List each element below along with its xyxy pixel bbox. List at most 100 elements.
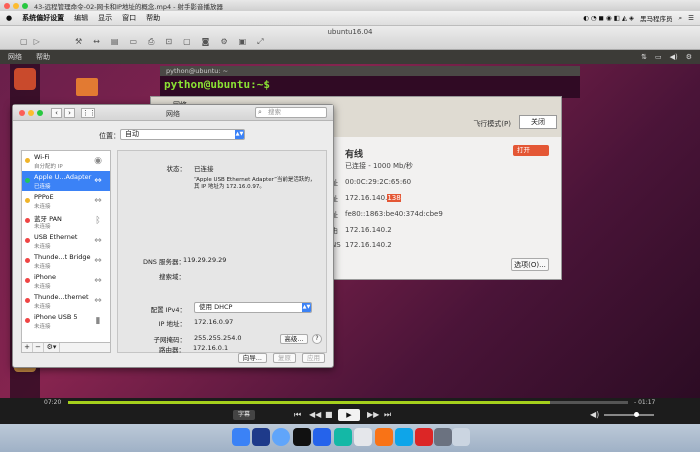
- stop-icon[interactable]: ■: [325, 410, 333, 419]
- network-icon[interactable]: ⇅: [641, 53, 647, 61]
- service-item[interactable]: iPhone USB 5 未连接 ▮: [22, 311, 110, 331]
- terminal-prompt[interactable]: python@ubuntu:~$: [160, 76, 580, 93]
- disk-icon[interactable]: ▤: [111, 37, 119, 47]
- router-label: 路由器：: [159, 346, 185, 354]
- service-item[interactable]: Wi-Fi 自分配的 IP ◉: [22, 151, 110, 171]
- search-input[interactable]: ⌕ 搜索: [255, 107, 327, 118]
- location-label: 位置：: [99, 132, 120, 140]
- system-preferences-icon[interactable]: [434, 428, 452, 446]
- printer-icon[interactable]: ⎙: [148, 37, 154, 47]
- chevron-down-icon: ▲▼: [235, 130, 244, 139]
- options-button[interactable]: 选项(O)...: [511, 258, 549, 271]
- drive-icon[interactable]: ▭: [129, 37, 137, 47]
- service-item[interactable]: PPPoE 未连接 ⇔: [22, 191, 110, 211]
- volume-icon[interactable]: ◀): [590, 410, 599, 419]
- service-status: 未连接: [34, 224, 51, 230]
- terminal-window[interactable]: python@ubuntu: ~ python@ubuntu:~$: [160, 66, 580, 98]
- service-actions-button[interactable]: ⚙▾: [44, 343, 60, 352]
- power-icon[interactable]: ⚙: [686, 53, 692, 61]
- ubuntu-dash-icon[interactable]: [14, 68, 36, 90]
- settings-icon[interactable]: ⚙: [220, 37, 227, 47]
- search-icon: ⌕: [258, 108, 262, 116]
- terminal-icon[interactable]: [293, 428, 311, 446]
- app-icon[interactable]: [354, 428, 372, 446]
- minimize-window-button[interactable]: [13, 2, 19, 9]
- keyboard-icon[interactable]: ▭: [655, 53, 662, 61]
- status-dot: [25, 278, 30, 283]
- safari-icon[interactable]: [272, 428, 290, 446]
- app-icon[interactable]: [395, 428, 413, 446]
- volume-icon[interactable]: ◀): [670, 53, 678, 61]
- service-name: Wi-Fi: [34, 153, 50, 161]
- status-dot: [25, 298, 30, 303]
- camera-icon[interactable]: ◙: [202, 37, 210, 47]
- time-remaining: - 01:17: [634, 399, 656, 406]
- usb-icon[interactable]: ⊡: [165, 37, 172, 47]
- volume-knob[interactable]: [634, 412, 639, 417]
- wrench-icon[interactable]: ⚒: [75, 37, 82, 47]
- wired-switch[interactable]: 打开: [513, 145, 549, 156]
- advanced-button[interactable]: 高级...: [280, 334, 308, 344]
- menu-edit[interactable]: 编辑: [74, 13, 88, 23]
- subtitle-button[interactable]: 字幕: [233, 410, 255, 420]
- service-item[interactable]: iPhone 未连接 ⇔: [22, 271, 110, 291]
- expand-icon[interactable]: ⤢: [257, 37, 263, 47]
- mac-dock: [0, 424, 700, 452]
- desktop-folder-icon[interactable]: [76, 78, 98, 96]
- volume-slider[interactable]: [604, 412, 654, 417]
- service-item[interactable]: Apple U...Adapter 已连接 ⇔: [22, 171, 110, 191]
- list-icon[interactable]: ☰: [688, 14, 694, 22]
- ethernet-icon: ⇔: [94, 256, 102, 266]
- status-icons[interactable]: ◐ ◔ ◼ ◉ ◧ ◭ ◈: [583, 14, 634, 22]
- wired-title: 有线: [345, 150, 364, 160]
- progress-bar[interactable]: [68, 401, 628, 404]
- player-controls: 07:20 - 01:17 字幕 ⏮ ◀◀ ■ ▶ ▶▶ ⏭ ◀): [0, 398, 700, 424]
- wifi-icon: ◉: [94, 156, 102, 166]
- vlc-icon[interactable]: [375, 428, 393, 446]
- service-item[interactable]: USB Ethernet 未连接 ⇔: [22, 231, 110, 251]
- ubuntu-menu-network[interactable]: 网络: [8, 52, 22, 62]
- help-button[interactable]: ?: [312, 334, 322, 344]
- apply-button[interactable]: 应用: [302, 353, 325, 363]
- user-name[interactable]: 黑马程序员: [640, 13, 673, 23]
- revert-button[interactable]: 复原: [273, 353, 296, 363]
- config-ipv4-select[interactable]: 使用 DHCP ▲▼: [194, 302, 312, 313]
- save-icon[interactable]: ▣: [239, 37, 247, 47]
- service-list: Wi-Fi 自分配的 IP ◉ Apple U...Adapter 已连接 ⇔ PPPoE 未…: [21, 150, 111, 353]
- service-status: 未连接: [34, 284, 51, 290]
- rewind-icon[interactable]: ◀◀: [309, 410, 321, 419]
- add-service-button[interactable]: +: [22, 343, 33, 352]
- app-menu[interactable]: 系统偏好设置: [22, 13, 64, 23]
- wizard-button[interactable]: 向导...: [237, 353, 267, 363]
- service-item[interactable]: Thunde...t Bridge 未连接 ⇔: [22, 251, 110, 271]
- vm-window-icon[interactable]: ▢: [20, 37, 28, 46]
- app-icon[interactable]: [334, 428, 352, 446]
- apple-icon[interactable]: ●: [6, 14, 12, 22]
- next-icon[interactable]: ⏭: [384, 410, 391, 420]
- service-item[interactable]: Thunde...thernet 未连接 ⇔: [22, 291, 110, 311]
- forward-icon[interactable]: ▶▶: [367, 410, 379, 419]
- search-icon[interactable]: ⌕: [679, 14, 683, 23]
- folder-icon[interactable]: ▢: [183, 37, 191, 47]
- menu-help[interactable]: 帮助: [146, 13, 160, 23]
- service-name: iPhone USB 5: [34, 313, 78, 321]
- zoom-window-button[interactable]: [22, 2, 28, 9]
- remove-service-button[interactable]: −: [33, 343, 44, 352]
- launchpad-icon[interactable]: [252, 428, 270, 446]
- menu-view[interactable]: 显示: [98, 13, 112, 23]
- arrows-icon[interactable]: ↔: [93, 37, 100, 47]
- app-icon[interactable]: [415, 428, 433, 446]
- close-window-button[interactable]: [4, 2, 10, 9]
- finder-icon[interactable]: [232, 428, 250, 446]
- ubuntu-menu-help[interactable]: 帮助: [36, 52, 50, 62]
- service-name: Thunde...thernet: [34, 293, 89, 301]
- vm-play-icon[interactable]: ▷: [34, 37, 40, 46]
- service-item[interactable]: 蓝牙 PAN 未连接 ᛒ: [22, 211, 110, 231]
- location-select[interactable]: 自动 ▲▼: [120, 129, 245, 140]
- app-icon[interactable]: [313, 428, 331, 446]
- prev-icon[interactable]: ⏮: [294, 410, 301, 420]
- menu-window[interactable]: 窗口: [122, 13, 136, 23]
- trash-icon[interactable]: [452, 428, 470, 446]
- play-button[interactable]: ▶: [338, 409, 360, 421]
- airplane-mode-switch[interactable]: 关闭: [519, 115, 557, 129]
